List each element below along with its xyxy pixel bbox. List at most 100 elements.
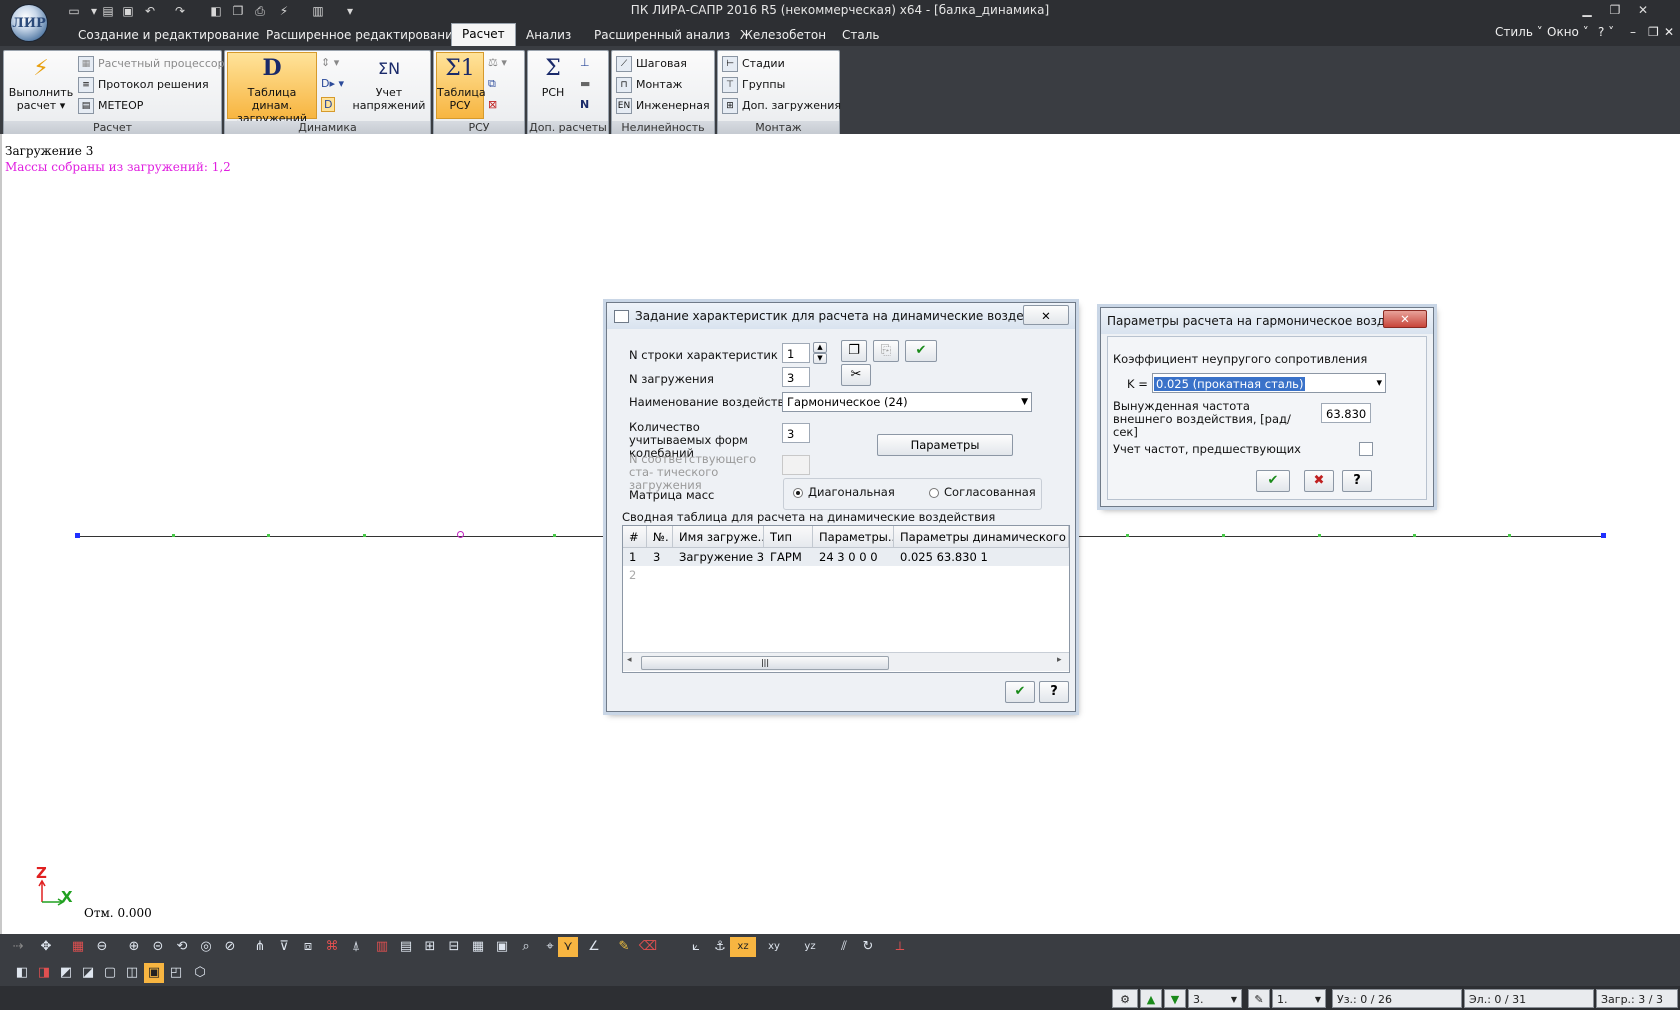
scrollbar-thumb[interactable]: |||: [641, 656, 889, 670]
mdi-restore-icon[interactable]: ❐: [1648, 25, 1659, 39]
mdi-close-icon[interactable]: ✕: [1664, 25, 1674, 39]
minimize-icon[interactable]: ▁: [1574, 1, 1600, 19]
help-button[interactable]: ?: [1342, 470, 1372, 492]
parameters-button[interactable]: Параметры: [877, 434, 1013, 456]
filter-icon[interactable]: ⊽: [274, 937, 294, 957]
zoom-window-icon[interactable]: ⊕: [124, 937, 144, 957]
extra-option-1-button[interactable]: ⊥: [580, 54, 590, 72]
horizontal-scrollbar[interactable]: ◂ ||| ▸: [623, 652, 1069, 671]
dialog-close-button[interactable]: ✕: [1023, 305, 1069, 325]
mdi-minimize-icon[interactable]: –: [1630, 25, 1636, 39]
beam-node[interactable]: [172, 534, 175, 537]
row-number-input[interactable]: 1: [782, 343, 810, 363]
table-row[interactable]: 2: [623, 566, 1069, 584]
section-icon[interactable]: ⧈: [298, 937, 318, 957]
table-row[interactable]: 1 3 Загружение 3 ГАРМ 24 3 0 0 0 0.025 6…: [623, 548, 1069, 566]
axes-3d-icon[interactable]: ⟂: [890, 937, 910, 957]
stress-accounting-button[interactable]: ΣN Учет напряжений: [351, 53, 427, 117]
network-icon[interactable]: ⌘: [322, 937, 342, 957]
mass-node-marker[interactable]: [457, 531, 464, 538]
rsn-button[interactable]: Σ РСН: [530, 53, 576, 117]
projection-icon[interactable]: ⫽: [834, 937, 854, 957]
select-filter-icon[interactable]: ⋎: [558, 937, 578, 957]
beam-node[interactable]: [1318, 534, 1321, 537]
column-header[interactable]: Параметры динамического возд: [894, 526, 1069, 548]
help-icon[interactable]: ? ˅: [1598, 25, 1614, 39]
rsu-option-2-button[interactable]: ⧉: [488, 75, 496, 93]
cube-view-1-icon[interactable]: ◧: [12, 963, 32, 983]
center-view-icon[interactable]: ◎: [196, 937, 216, 957]
column-header[interactable]: Имя загруже...: [673, 526, 764, 548]
beam-node[interactable]: [1222, 534, 1225, 537]
scroll-left-icon[interactable]: ◂: [627, 655, 632, 665]
beam-node[interactable]: [267, 534, 270, 537]
beam-node[interactable]: [1413, 534, 1416, 537]
radio-consistent[interactable]: Согласованная: [929, 486, 1036, 499]
cube-view-5-icon[interactable]: ▢: [100, 963, 120, 983]
plane-xz-icon[interactable]: xz: [730, 937, 756, 957]
dynamics-option-1-button[interactable]: ⇕ ▾: [321, 54, 339, 72]
tab-steel[interactable]: Сталь: [832, 25, 889, 46]
load-down-icon[interactable]: ▼: [1164, 989, 1186, 1008]
cube-view-7-icon[interactable]: ◰: [166, 963, 186, 983]
cancel-button[interactable]: ✖: [1304, 470, 1334, 492]
tab-advanced-analysis[interactable]: Расширенный анализ: [584, 25, 740, 46]
action-type-select[interactable]: Гармоническое (24) ▼: [782, 392, 1032, 412]
summary-table[interactable]: # №. Имя загруже... Тип Параметры... Пар…: [622, 525, 1070, 673]
cube-view-active-icon[interactable]: ▣: [144, 963, 164, 983]
column-header[interactable]: №.: [647, 526, 673, 548]
select-arrow-icon[interactable]: ⇢: [8, 937, 28, 957]
structure-icon[interactable]: ⊟: [444, 937, 464, 957]
rotate-view-icon[interactable]: ⟲: [172, 937, 192, 957]
beam-node[interactable]: [1508, 534, 1511, 537]
rsu-table-button[interactable]: Σ1 Таблица РСУ: [436, 52, 486, 119]
layers-icon[interactable]: ▣: [492, 937, 512, 957]
scroll-right-icon[interactable]: ▸: [1057, 655, 1062, 665]
cube-view-2-icon[interactable]: ◨: [34, 963, 54, 983]
tab-analysis[interactable]: Анализ: [516, 25, 581, 46]
restore-icon[interactable]: ❐: [1602, 1, 1628, 19]
table-icon[interactable]: ▦: [468, 937, 488, 957]
static-load-input[interactable]: [782, 455, 810, 475]
grid-view-icon[interactable]: ▥: [372, 937, 392, 957]
status-tools-icon[interactable]: ⚙: [1112, 989, 1138, 1008]
zoom-out-icon[interactable]: ⊖: [92, 937, 112, 957]
damping-coef-select[interactable]: 0.025 (прокатная сталь) ▾: [1152, 373, 1386, 393]
column-header[interactable]: #: [623, 526, 647, 548]
dynamics-option-3-button[interactable]: D: [321, 96, 336, 114]
hide-icon[interactable]: ⊘: [220, 937, 240, 957]
beam-node[interactable]: [1601, 533, 1606, 538]
extra-option-2-button[interactable]: ▬: [580, 75, 590, 93]
nonlinear-engineering-button[interactable]: EN Инженерная: [616, 97, 710, 115]
rotate-icon[interactable]: ↻: [858, 937, 878, 957]
load-combo-select[interactable]: 3. ▼: [1188, 989, 1242, 1008]
tab-reinforced-concrete[interactable]: Железобетон: [730, 25, 836, 46]
cube-view-8-icon[interactable]: ⬡: [190, 963, 210, 983]
extra-loads-button[interactable]: ⊞ Доп. загружения: [722, 97, 841, 115]
extra-option-3-button[interactable]: N: [580, 96, 589, 114]
mode-combo-select[interactable]: 1. ▼: [1272, 989, 1326, 1008]
fragment-icon[interactable]: ▦: [68, 937, 88, 957]
dynamic-loads-table-button[interactable]: D Таблица динам. загружений: [227, 52, 317, 125]
run-calculation-button[interactable]: ⚡ Выполнить расчет ▾: [8, 53, 74, 117]
search-icon[interactable]: ⌕: [516, 937, 536, 957]
stages-button[interactable]: ⊢ Стадии: [722, 55, 785, 73]
delete-row-button[interactable]: ✂: [841, 364, 871, 386]
style-menu[interactable]: Стиль ˅: [1495, 25, 1543, 39]
tab-create-edit[interactable]: Создание и редактирование: [68, 25, 269, 46]
dynamics-option-2-button[interactable]: D▸ ▾: [321, 75, 344, 93]
brush-icon[interactable]: ✎: [1248, 989, 1270, 1008]
calc-processor-button[interactable]: ▦ Расчетный процессор: [78, 55, 225, 73]
ok-button[interactable]: ✔: [1256, 470, 1290, 492]
plane-xy-icon[interactable]: xy: [764, 937, 784, 957]
angle-icon[interactable]: ∠: [584, 937, 604, 957]
rsu-option-1-button[interactable]: ⚖ ▾: [488, 54, 507, 72]
search-cross-icon[interactable]: ⌖: [540, 937, 560, 957]
beam-node[interactable]: [553, 534, 556, 537]
help-button[interactable]: ?: [1039, 681, 1069, 703]
copy-row-button[interactable]: ❐: [841, 340, 867, 362]
plane-yz-icon[interactable]: yz: [800, 937, 820, 957]
axis-icon[interactable]: ⟀: [686, 937, 706, 957]
anchor-icon[interactable]: ⚓: [710, 937, 730, 957]
restore-model-icon[interactable]: ⍋: [346, 937, 366, 957]
